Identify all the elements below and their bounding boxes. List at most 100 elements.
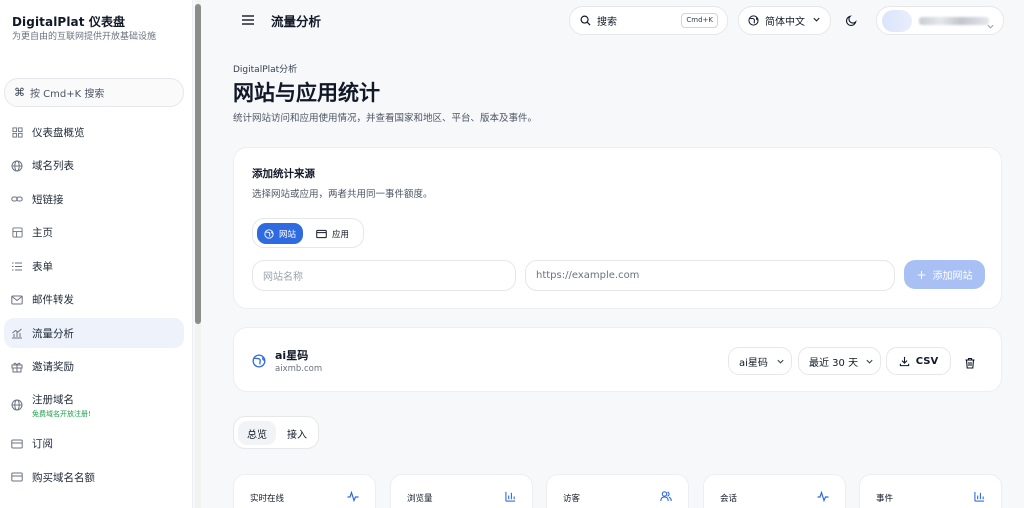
sidebar-item-label: 订阅 bbox=[32, 438, 53, 450]
globe-icon bbox=[264, 228, 274, 239]
link-icon bbox=[11, 193, 23, 205]
date-range-value: 最近 30 天 bbox=[809, 357, 859, 369]
sidebar-item-label: 购买域名名额 bbox=[32, 471, 95, 484]
source-type-toggle: 网站 应用 bbox=[252, 218, 364, 248]
search-shortcut: Cmd+K bbox=[681, 13, 718, 28]
sidebar-search[interactable]: ⌘ 按 Cmd+K 搜索 bbox=[4, 78, 184, 107]
sidebar-item-subscription[interactable]: 订阅 bbox=[4, 429, 184, 459]
dashboard-icon bbox=[11, 126, 23, 138]
search-label: 搜索 bbox=[597, 17, 617, 28]
sidebar-item-text: 注册域名 免费域名开放注册! bbox=[32, 392, 91, 419]
tab-overview[interactable]: 总览 bbox=[238, 421, 276, 445]
tab-integration[interactable]: 接入 bbox=[278, 421, 316, 445]
menu-icon[interactable] bbox=[241, 12, 255, 26]
chart-icon bbox=[11, 327, 23, 339]
stat-label: 浏览量 bbox=[407, 494, 433, 504]
sidebar-search-label: 按 Cmd+K 搜索 bbox=[30, 89, 105, 100]
bar-chart-icon bbox=[974, 491, 985, 502]
add-website-label: 添加网站 bbox=[932, 271, 973, 282]
trash-icon[interactable] bbox=[964, 354, 976, 369]
sidebar-item-referral[interactable]: 邀请奖励 bbox=[4, 352, 184, 382]
activity-icon bbox=[347, 491, 359, 502]
page-description: 统计网站访问和应用使用情况，并查看国家和地区、平台、版本及事件。 bbox=[233, 113, 538, 124]
page-title: 网站与应用统计 bbox=[233, 81, 380, 105]
header-title: 流量分析 bbox=[271, 14, 322, 29]
sidebar-item-label: 域名列表 bbox=[32, 160, 74, 172]
mail-icon bbox=[11, 294, 23, 306]
users-icon bbox=[660, 491, 672, 502]
site-globe-icon bbox=[252, 353, 266, 368]
user-menu[interactable] bbox=[876, 6, 1004, 35]
sidebar-item-label: 注册域名 bbox=[32, 393, 74, 406]
app-window-icon bbox=[316, 229, 327, 239]
sidebar-item-forms[interactable]: 表单 bbox=[4, 251, 184, 281]
source-type-app[interactable]: 应用 bbox=[309, 223, 356, 244]
site-name-input[interactable]: 网站名称 bbox=[252, 260, 516, 291]
site-name: ai星码 bbox=[275, 349, 309, 362]
stat-label: 访客 bbox=[563, 494, 581, 504]
free-domain-badge: 免费域名开放注册! bbox=[32, 409, 91, 418]
sidebar-item-label: 主页 bbox=[32, 227, 53, 239]
sidebar-item-mail-forwarding[interactable]: 邮件转发 bbox=[4, 285, 184, 315]
sidebar-item-label: 流量分析 bbox=[32, 327, 74, 340]
brand-title: DigitalPlat 仪表盘 bbox=[12, 15, 126, 29]
sidebar-item-short-links[interactable]: 短链接 bbox=[4, 184, 184, 214]
chevron-down-icon bbox=[865, 357, 874, 369]
search-icon bbox=[580, 15, 591, 26]
site-domain: aixmb.com bbox=[275, 364, 323, 374]
sidebar-scrollbar[interactable] bbox=[195, 0, 201, 508]
activity-icon bbox=[817, 491, 829, 502]
site-card: ai星码 aixmb.com ai星码 最近 30 天 CSV bbox=[233, 327, 1002, 392]
stat-card-sessions: 会话 bbox=[703, 474, 846, 508]
bar-chart-icon bbox=[505, 491, 516, 502]
stat-label: 事件 bbox=[876, 494, 894, 504]
stat-card-pageviews: 浏览量 bbox=[390, 474, 533, 508]
source-type-website[interactable]: 网站 bbox=[257, 223, 304, 244]
stat-label: 会话 bbox=[720, 494, 738, 504]
list-icon bbox=[11, 260, 23, 272]
date-range-select[interactable]: 最近 30 天 bbox=[798, 347, 881, 375]
stat-card-events: 事件 bbox=[859, 474, 1002, 508]
site-url-input[interactable]: https://example.com bbox=[525, 260, 895, 291]
stat-card-realtime: 实时在线 bbox=[233, 474, 376, 508]
add-website-button[interactable]: + 添加网站 bbox=[904, 260, 985, 289]
top-header: 流量分析 搜索 Cmd+K 简体中文 bbox=[201, 0, 1024, 41]
download-icon bbox=[899, 356, 910, 367]
chevron-down-icon bbox=[776, 357, 785, 369]
site-select-value: ai星码 bbox=[739, 357, 768, 369]
theme-toggle-moon-icon[interactable] bbox=[845, 12, 859, 27]
sidebar-item-label: 邀请奖励 bbox=[32, 361, 74, 373]
language-globe-icon bbox=[748, 15, 759, 26]
source-type-app-label: 应用 bbox=[332, 229, 350, 240]
site-select[interactable]: ai星码 bbox=[728, 347, 792, 375]
global-search[interactable]: 搜索 Cmd+K bbox=[569, 6, 728, 35]
add-source-description: 选择网站或应用，两者共用同一事件额度。 bbox=[252, 189, 433, 200]
card-icon bbox=[11, 438, 23, 450]
sidebar-item-buy-quota[interactable]: 购买域名名额 bbox=[4, 462, 184, 492]
export-csv-button[interactable]: CSV bbox=[886, 347, 951, 375]
globe-icon bbox=[11, 160, 23, 172]
stat-label: 实时在线 bbox=[250, 494, 285, 504]
sidebar-item-dashboard[interactable]: 仪表盘概览 bbox=[4, 117, 184, 147]
sidebar-item-label: 邮件转发 bbox=[32, 294, 74, 306]
sidebar-item-analytics[interactable]: 流量分析 bbox=[4, 318, 184, 348]
globe-icon bbox=[11, 399, 23, 411]
command-icon: ⌘ bbox=[14, 86, 25, 99]
card-icon bbox=[11, 471, 23, 483]
sidebar-item-homepage[interactable]: 主页 bbox=[4, 218, 184, 248]
sidebar-nav: 仪表盘概览 域名列表 短链接 主页 表单 邮件转发 流量分析 邀请奖励 注册域名… bbox=[4, 117, 184, 496]
brand-subtitle: 为更自由的互联网提供开放基础设施 bbox=[12, 32, 157, 42]
chevron-down-icon bbox=[812, 15, 821, 27]
layout-icon bbox=[11, 227, 23, 239]
add-source-title: 添加统计来源 bbox=[252, 168, 315, 180]
language-select[interactable]: 简体中文 bbox=[738, 6, 831, 35]
scrollbar-thumb[interactable] bbox=[195, 4, 201, 324]
sidebar-item-label: 仪表盘概览 bbox=[32, 126, 85, 139]
chevron-down-icon bbox=[986, 16, 995, 34]
sidebar-item-domains[interactable]: 域名列表 bbox=[4, 151, 184, 181]
add-source-card: 添加统计来源 选择网站或应用，两者共用同一事件额度。 网站 应用 网站名称 ht… bbox=[233, 147, 1002, 309]
sidebar-item-label: 短链接 bbox=[32, 193, 64, 206]
plus-icon: + bbox=[916, 267, 927, 282]
sidebar-item-register-domain[interactable]: 注册域名 免费域名开放注册! bbox=[4, 385, 184, 425]
export-csv-label: CSV bbox=[915, 355, 939, 367]
